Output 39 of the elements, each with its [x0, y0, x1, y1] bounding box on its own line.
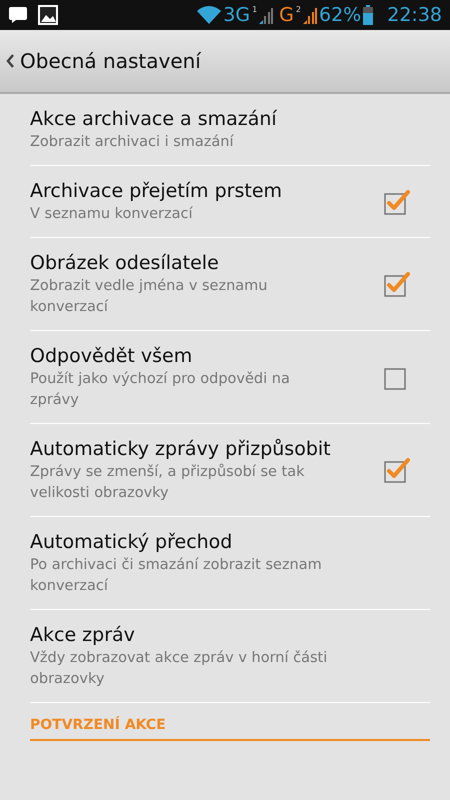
setting-summary: Zprávy se zmenší, a přizpůsobí se tak velikosti obrazovky	[30, 462, 306, 503]
network-type: 3G	[223, 4, 250, 26]
setting-title: Automatický přechod	[30, 530, 234, 555]
setting-summary: Použít jako výchozí pro odpovědi na zprávy	[30, 370, 291, 410]
clock: 22:38	[387, 4, 442, 26]
setting-summary: Zobrazit archivaci i smazání	[30, 133, 235, 152]
settings-item[interactable]: Akce archivace a smazání Zobrazit archivaci i smazání	[30, 94, 430, 166]
signal-icon	[259, 6, 274, 24]
setting-title: Akce zpráv	[30, 623, 136, 648]
settings-item[interactable]: Obrázek odesílatele Zobrazit vedle jména v seznamu konverzací	[30, 238, 430, 331]
network-type: G	[279, 4, 294, 26]
wifi-icon	[197, 6, 222, 24]
setting-summary: Zobrazit vedle jména v seznamu konverzací	[30, 277, 268, 317]
checkbox[interactable]	[384, 271, 410, 297]
settings-item[interactable]: Odpovědět všem Použít jako výchozí pro odpovědi na zprávy	[30, 331, 430, 424]
checkbox[interactable]	[384, 457, 410, 483]
chat-icon	[8, 6, 28, 24]
back-button[interactable]: Obecná nastavení	[0, 30, 450, 94]
setting-summary: Po archivaci či smazání zobrazit seznam konverzací	[30, 556, 323, 596]
setting-title: Archivace přejetím prstem	[30, 179, 284, 204]
battery-icon	[363, 5, 374, 25]
settings-item[interactable]: Archivace přejetím prstem V seznamu konverzací	[30, 166, 430, 238]
back-icon	[6, 54, 14, 68]
section-header: POTVRZENÍ AKCE	[30, 703, 430, 741]
setting-summary: Vždy zobrazovat akce zpráv v horní části obrazovky	[30, 649, 328, 689]
sim-number: 1	[252, 5, 258, 14]
settings-item[interactable]: Automaticky zprávy přizpůsobit Zprávy se zmenší, a přizpůsobí se tak velikosti obrazovky	[30, 424, 430, 517]
setting-title: Automaticky zprávy přizpůsobit	[30, 437, 332, 462]
settings-item[interactable]: Akce zpráv Vždy zobrazovat akce zpráv v horní části obrazovky	[30, 610, 430, 703]
settings-item[interactable]: Automatický přechod Po archivaci či smazání zobrazit seznam konverzací	[30, 517, 430, 610]
checkbox[interactable]	[384, 188, 410, 214]
sim-number: 2	[296, 5, 301, 14]
signal-icon	[303, 6, 317, 24]
image-icon	[38, 5, 58, 25]
setting-summary: V seznamu konverzací	[30, 205, 194, 224]
setting-title: Akce archivace a smazání	[30, 107, 278, 132]
setting-title: Obrázek odesílatele	[30, 251, 220, 276]
setting-title: Odpovědět všem	[30, 344, 194, 369]
battery-percent: 62%	[319, 4, 362, 26]
